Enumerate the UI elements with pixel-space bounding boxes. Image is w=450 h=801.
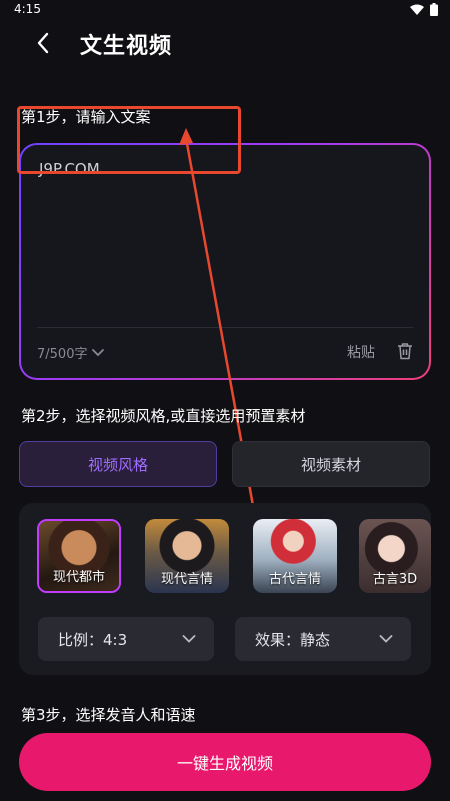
style-card-ancient-3d[interactable]: 古言3D bbox=[359, 519, 431, 593]
style-panel: 现代都市 现代言情 古代言情 古言3D 比例：4:3 效果：静态 bbox=[19, 503, 431, 675]
tab-video-material[interactable]: 视频素材 bbox=[232, 441, 430, 487]
ratio-label: 比例：4:3 bbox=[58, 630, 128, 649]
style-card-modern-city[interactable]: 现代都市 bbox=[37, 519, 121, 593]
style-label: 现代言情 bbox=[160, 572, 213, 587]
ratio-select[interactable]: 比例：4:3 bbox=[38, 617, 214, 661]
style-card-ancient-romance[interactable]: 古代言情 bbox=[253, 519, 337, 593]
style-label: 古代言情 bbox=[268, 572, 321, 587]
chevron-down-icon bbox=[182, 635, 196, 643]
style-label: 古言3D bbox=[372, 572, 418, 587]
tab-video-style[interactable]: 视频风格 bbox=[19, 441, 217, 487]
step2-title: 第2步，选择视频风格,或直接选用预置素材 bbox=[21, 407, 306, 425]
generate-video-button[interactable]: 一键生成视频 bbox=[19, 733, 431, 791]
style-card-modern-romance[interactable]: 现代言情 bbox=[145, 519, 229, 593]
effect-label: 效果：静态 bbox=[255, 630, 331, 649]
effect-select[interactable]: 效果：静态 bbox=[235, 617, 411, 661]
annotation-arrow bbox=[179, 128, 266, 567]
step3-title: 第3步，选择发音人和语速 bbox=[21, 706, 196, 724]
style-label: 现代都市 bbox=[52, 570, 105, 585]
chevron-down-icon bbox=[379, 635, 393, 643]
